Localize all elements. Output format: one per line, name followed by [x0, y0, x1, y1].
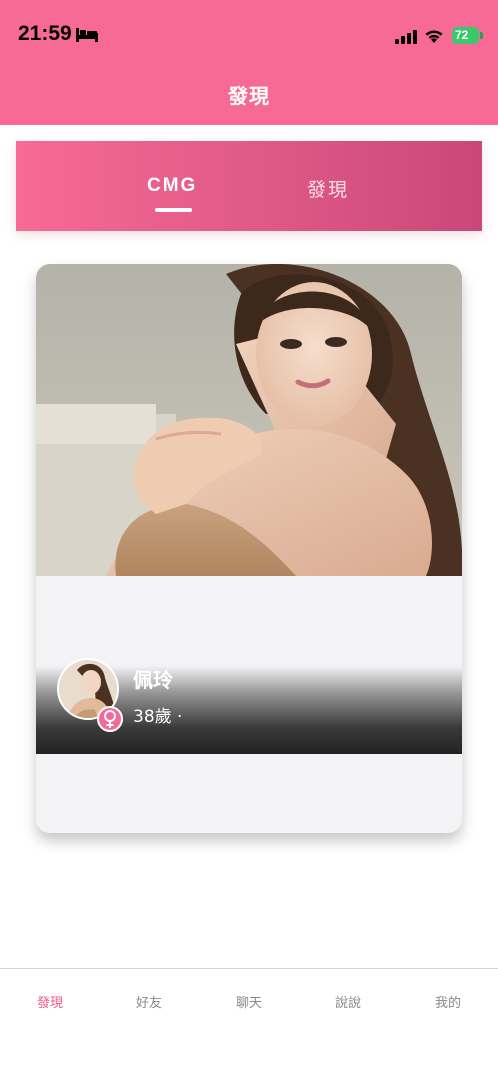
tab-cmg[interactable]: CMG	[147, 175, 197, 197]
nav-item-chat[interactable]: 聊天	[214, 992, 284, 1011]
battery-level: 72	[455, 28, 469, 42]
tab-banner: CMG 發現	[16, 141, 482, 231]
tab-active-indicator	[155, 208, 192, 212]
profile-age: 38歲 ·	[133, 707, 183, 727]
profile-photo	[36, 264, 462, 576]
wifi-icon	[425, 30, 443, 43]
battery-tip	[480, 32, 483, 39]
profile-card[interactable]: 佩玲 38歲 ·	[36, 264, 462, 833]
signal-icon	[395, 30, 417, 44]
tab-discover[interactable]: 發現	[307, 175, 349, 202]
nav-item-moments[interactable]: 說說	[313, 992, 383, 1011]
female-icon	[97, 706, 123, 732]
bed-icon	[76, 28, 98, 42]
battery-icon: 72	[452, 27, 479, 44]
nav-item-profile[interactable]: 我的	[413, 992, 483, 1011]
status-bar: 21:59 72	[0, 0, 498, 72]
profile-name: 佩玲	[133, 668, 173, 692]
bottom-nav: 發現 好友 聊天 說說 我的	[0, 969, 498, 1080]
nav-item-friends[interactable]: 好友	[114, 992, 184, 1011]
header: 發現	[0, 72, 498, 125]
page-title: 發現	[228, 84, 270, 108]
status-time: 21:59	[18, 22, 72, 45]
nav-item-discover[interactable]: 發現	[15, 992, 85, 1011]
